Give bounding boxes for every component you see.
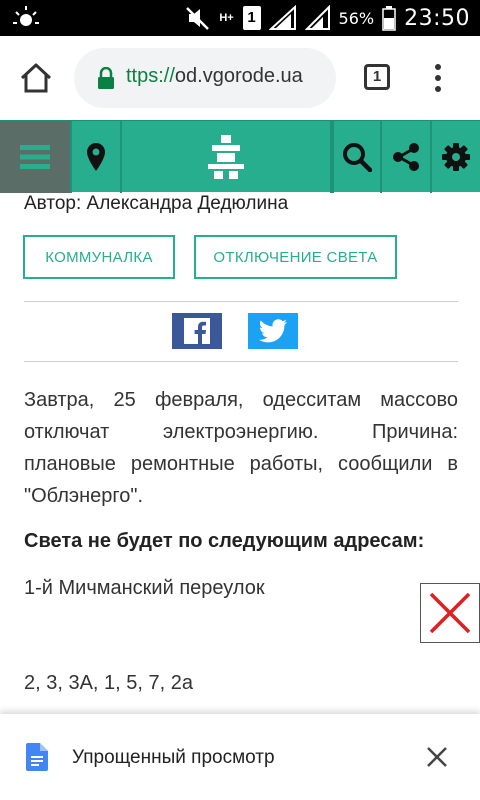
status-bar: H+ 1 56% 23:50 bbox=[0, 0, 480, 36]
url-text: ttps://od.vgorode.ua bbox=[126, 65, 303, 88]
twitter-share-button[interactable] bbox=[248, 313, 298, 349]
divider bbox=[24, 301, 458, 302]
gear-icon bbox=[442, 143, 470, 171]
tag-communal[interactable]: КОММУНАЛКА bbox=[23, 235, 175, 279]
clock: 23:50 bbox=[404, 5, 470, 31]
simplified-view-label: Упрощенный просмотр bbox=[72, 747, 275, 768]
divider bbox=[24, 361, 458, 362]
tab-switcher-button[interactable]: 1 bbox=[364, 64, 390, 90]
site-logo-link[interactable] bbox=[122, 121, 332, 193]
settings-button[interactable] bbox=[432, 121, 480, 193]
battery-percent: 56% bbox=[338, 8, 375, 28]
article-author: Автор: Александра Дедюлина bbox=[24, 193, 289, 214]
search-button[interactable] bbox=[332, 121, 382, 193]
lock-icon bbox=[98, 67, 114, 89]
close-icon bbox=[429, 592, 471, 634]
battery-icon bbox=[382, 6, 396, 31]
article-paragraph: Завтра, 25 февраля, одесситам массово от… bbox=[24, 389, 458, 507]
site-header bbox=[0, 120, 480, 193]
tag-power-outage[interactable]: ОТКЛЮЧЕНИЕ СВЕТА bbox=[194, 235, 397, 279]
address-list-heading: Света не будет по следующим адресам: bbox=[24, 530, 425, 552]
facebook-share-button[interactable] bbox=[172, 313, 222, 349]
sim-indicator: 1 bbox=[242, 6, 261, 30]
hamburger-menu-icon bbox=[20, 145, 50, 169]
map-pin-icon bbox=[87, 143, 105, 171]
document-icon bbox=[26, 743, 48, 771]
twitter-icon bbox=[259, 319, 287, 343]
site-logo-icon bbox=[208, 135, 244, 179]
location-button[interactable] bbox=[72, 121, 122, 193]
share-icon bbox=[393, 143, 419, 171]
url-host: od.vgorode.ua bbox=[174, 65, 303, 87]
brightness-icon bbox=[13, 6, 39, 26]
simplified-view-bar[interactable]: Упрощенный просмотр bbox=[0, 714, 480, 800]
facebook-icon bbox=[184, 318, 210, 344]
house-numbers: 2, 3, 3А, 1, 5, 7, 2а bbox=[24, 672, 194, 694]
overflow-menu-icon[interactable] bbox=[430, 62, 446, 94]
browser-toolbar: ttps://od.vgorode.ua 1 bbox=[0, 36, 480, 120]
mute-icon bbox=[185, 7, 209, 30]
home-icon[interactable] bbox=[18, 60, 54, 96]
close-ad-button[interactable] bbox=[420, 583, 480, 643]
address-bar[interactable]: ttps://od.vgorode.ua bbox=[74, 48, 336, 108]
street-name: 1-й Мичманский переулок bbox=[24, 577, 265, 599]
share-button[interactable] bbox=[382, 121, 432, 193]
close-icon[interactable] bbox=[426, 746, 448, 768]
network-type: H+ bbox=[219, 12, 234, 24]
signal-icon-2 bbox=[304, 5, 330, 30]
signal-icon bbox=[268, 5, 296, 30]
url-scheme: ttps:// bbox=[126, 65, 175, 87]
hamburger-menu-button[interactable] bbox=[0, 121, 72, 193]
search-icon bbox=[343, 143, 372, 172]
